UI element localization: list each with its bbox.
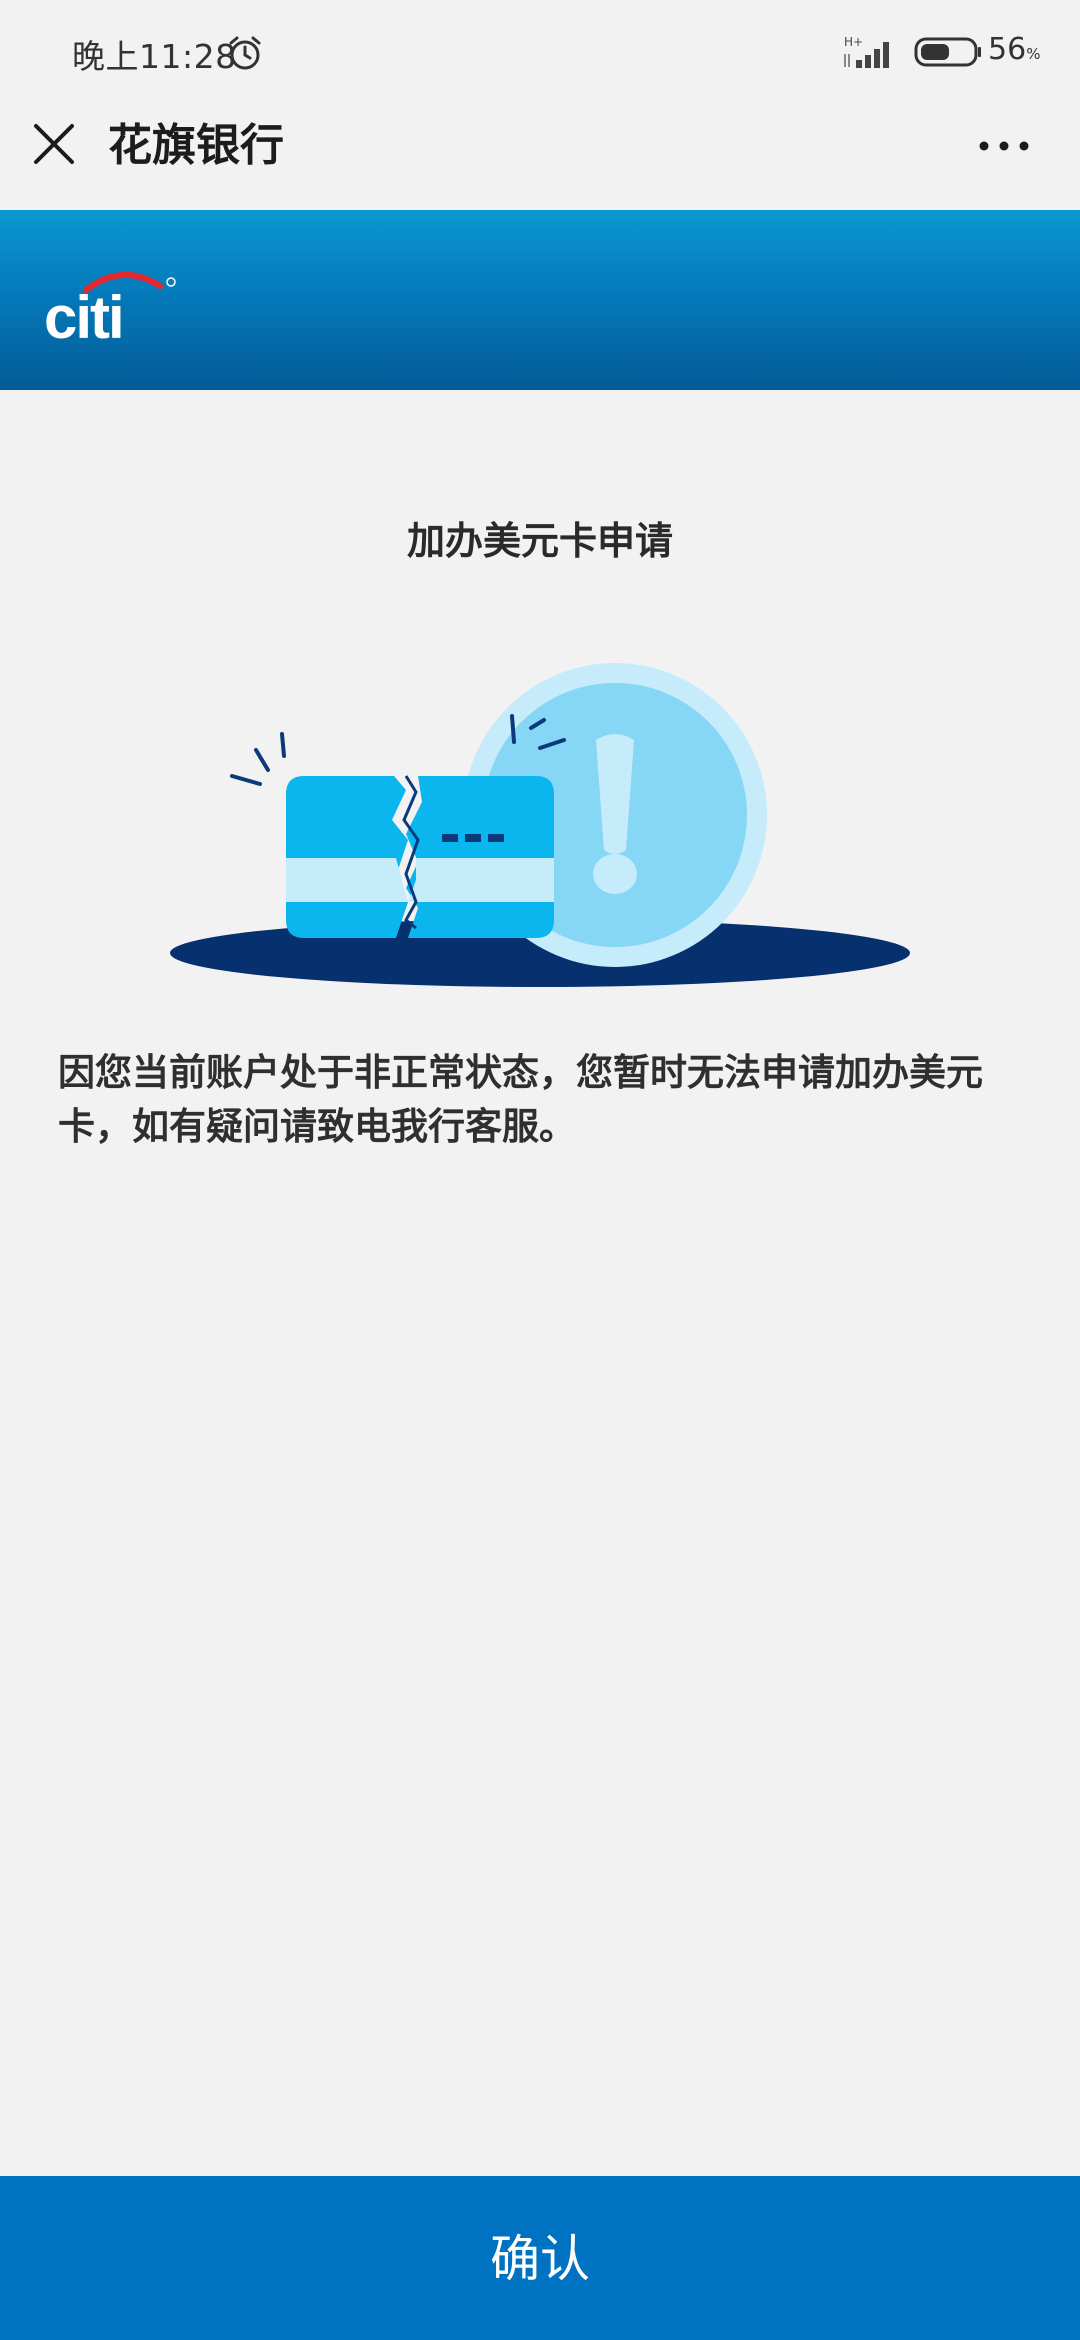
spark-lines-left (230, 732, 286, 786)
network-type: H+ (844, 35, 863, 49)
battery-percent-value: 56 (988, 32, 1027, 67)
brand-banner: citi (0, 210, 1080, 390)
battery-percent-unit: % (1026, 45, 1041, 63)
page-title: 花旗银行 (108, 120, 284, 171)
battery-percent: 56% (988, 32, 1040, 67)
confirm-button[interactable]: 确认 (0, 2176, 1080, 2340)
status-bar: 晚上11:28 H+ 56% (0, 0, 1080, 100)
more-icon[interactable] (976, 128, 1032, 164)
citi-logo: citi (44, 272, 176, 344)
alarm-icon (229, 36, 261, 70)
svg-text:citi: citi (44, 284, 123, 344)
close-icon[interactable] (28, 118, 80, 170)
card-left-half (286, 776, 408, 938)
card-right-half (406, 776, 554, 938)
page: 晚上11:28 H+ 56% 花旗银行 citi 加办美元卡申请 因您当前账户处… (0, 0, 1080, 2340)
signal-icon: H+ (844, 35, 889, 68)
battery-icon (914, 37, 981, 67)
nav-bar: 花旗银行 (0, 100, 1080, 210)
status-time: 晚上11:28 (72, 37, 237, 76)
error-message: 因您当前账户处于非正常状态，您暂时无法申请加办美元卡，如有疑问请致电我行客服。 (58, 1051, 983, 1148)
content-title: 加办美元卡申请 (406, 519, 673, 563)
broken-card-warning-illustration (170, 663, 910, 987)
